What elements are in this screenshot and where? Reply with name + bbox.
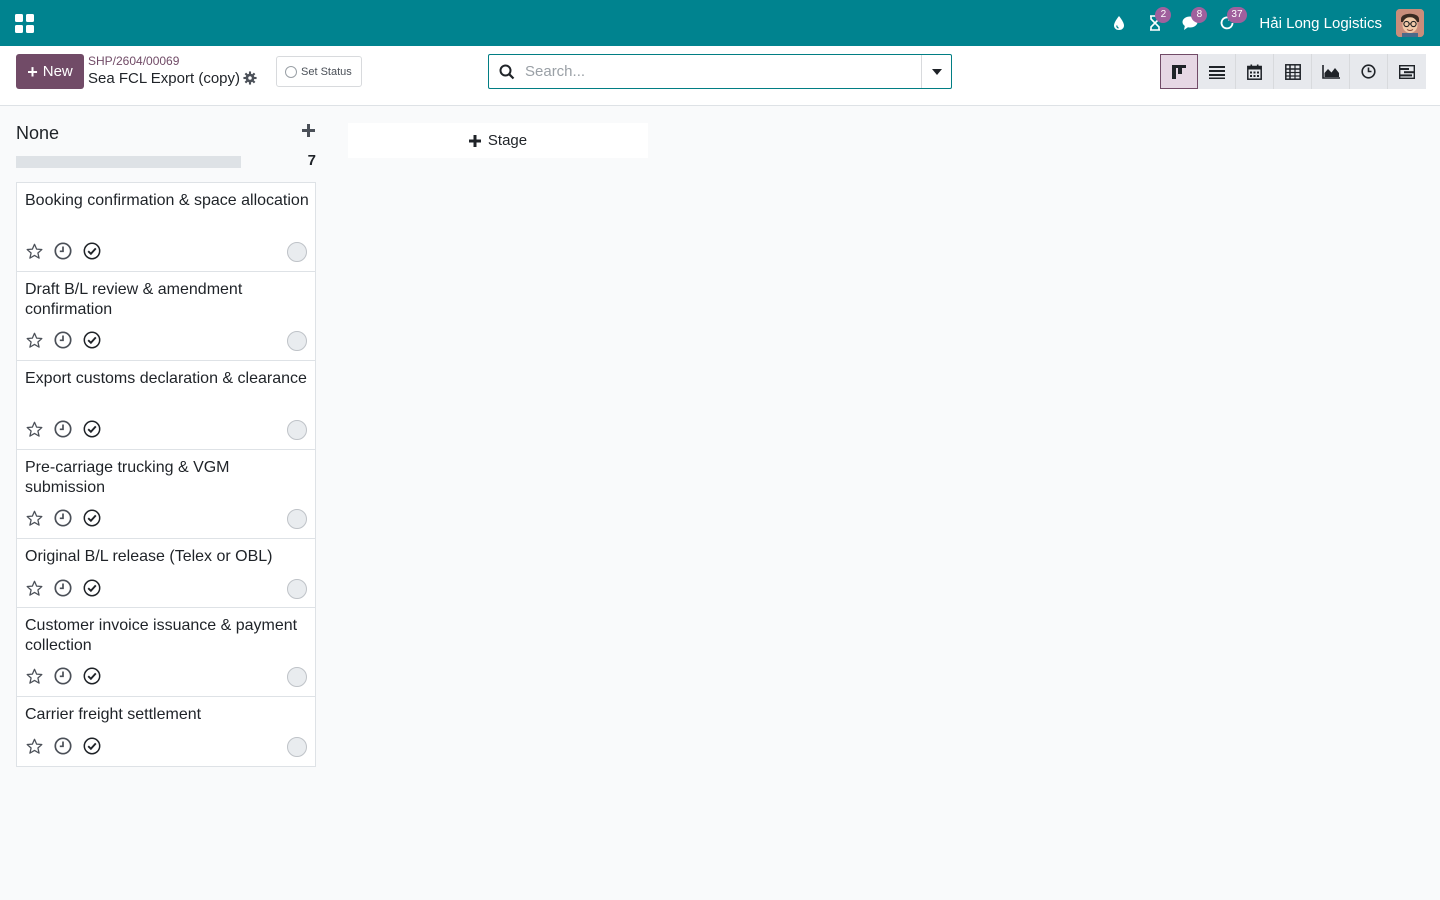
pivot-view-button[interactable] [1274, 54, 1312, 89]
favorite-star-icon[interactable] [25, 331, 43, 349]
apps-menu-icon[interactable] [12, 11, 36, 35]
messages-icon[interactable]: 8 [1173, 0, 1209, 46]
gear-icon[interactable] [243, 71, 259, 87]
activity-clock-icon[interactable] [54, 420, 72, 438]
column-progress-bar[interactable] [16, 156, 241, 168]
done-check-icon[interactable] [83, 579, 101, 597]
systray: 2 8 37 Hải Long Logistics [1101, 0, 1424, 46]
card-title: Pre-carriage trucking & VGM submission [25, 459, 230, 496]
done-check-icon[interactable] [83, 509, 101, 527]
breadcrumb-parent-link[interactable]: SHP/2604/00069 [88, 54, 179, 68]
updates-badge: 37 [1227, 7, 1247, 23]
kanban-state-indicator[interactable] [287, 579, 307, 599]
plus-icon [468, 134, 481, 147]
kanban-icon [1172, 64, 1186, 79]
calendar-view-button[interactable] [1236, 54, 1274, 89]
done-check-icon[interactable] [83, 242, 101, 260]
gantt-view-button[interactable] [1388, 54, 1426, 89]
quick-create-plus-icon[interactable] [302, 124, 316, 138]
card-actions [25, 667, 112, 685]
drop-icon[interactable] [1101, 0, 1137, 46]
kanban-state-indicator[interactable] [287, 509, 307, 529]
done-check-icon[interactable] [83, 667, 101, 685]
list-view-button[interactable] [1198, 54, 1236, 89]
favorite-star-icon[interactable] [25, 737, 43, 755]
card-actions [25, 420, 112, 438]
search-options-toggle[interactable] [921, 55, 951, 88]
kanban-state-indicator[interactable] [287, 331, 307, 351]
updates-refresh-icon[interactable]: 37 [1209, 0, 1247, 46]
card-list: Booking confirmation & space allocation D… [16, 182, 316, 767]
status-circle-icon [285, 65, 297, 78]
kanban-state-indicator[interactable] [287, 420, 307, 440]
column-record-count: 7 [307, 152, 316, 169]
kanban-state-indicator[interactable] [287, 737, 307, 757]
top-navbar: 2 8 37 Hải Long Logistics [0, 0, 1440, 46]
card-actions [25, 331, 112, 349]
card-title: Customer invoice issuance & payment coll… [25, 617, 298, 654]
set-status-button[interactable]: Set Status [276, 56, 362, 87]
activity-badge: 2 [1155, 7, 1172, 23]
card-title: Draft B/L review & amendment confirmatio… [25, 281, 243, 318]
done-check-icon[interactable] [83, 737, 101, 755]
kanban-card[interactable]: Customer invoice issuance & payment coll… [17, 608, 315, 697]
control-panel: + New SHP/2604/00069 Sea FCL Export (cop… [0, 46, 1440, 106]
search-icon [489, 55, 525, 88]
company-switcher[interactable]: Hải Long Logistics [1259, 15, 1382, 32]
add-stage-label: Stage [487, 132, 528, 149]
kanban-card[interactable]: Booking confirmation & space allocation [17, 183, 315, 272]
view-switcher [1160, 54, 1426, 89]
favorite-star-icon[interactable] [25, 509, 43, 527]
area-chart-icon [1321, 64, 1340, 79]
page-title: Sea FCL Export (copy) [88, 70, 240, 87]
card-actions [25, 242, 112, 260]
new-button[interactable]: + New [16, 54, 84, 89]
favorite-star-icon[interactable] [25, 242, 43, 260]
search-bar [488, 54, 952, 89]
user-avatar[interactable] [1396, 9, 1424, 37]
set-status-label: Set Status [301, 65, 352, 78]
kanban-card[interactable]: Original B/L release (Telex or OBL) [17, 539, 315, 608]
activity-clock-icon[interactable] [54, 331, 72, 349]
done-check-icon[interactable] [83, 420, 101, 438]
done-check-icon[interactable] [83, 331, 101, 349]
activity-clock-icon[interactable] [54, 509, 72, 527]
card-actions [25, 509, 112, 527]
activity-hourglass-icon[interactable]: 2 [1137, 0, 1173, 46]
activity-view-button[interactable] [1350, 54, 1388, 89]
card-actions [25, 579, 112, 597]
activity-clock-icon[interactable] [54, 737, 72, 755]
pivot-icon [1284, 63, 1301, 80]
activity-clock-icon[interactable] [54, 579, 72, 597]
card-title: Booking confirmation & space allocation [25, 192, 309, 209]
card-title: Original B/L release (Telex or OBL) [25, 548, 273, 565]
column-title[interactable]: None [16, 123, 59, 144]
kanban-state-indicator[interactable] [287, 667, 307, 687]
favorite-star-icon[interactable] [25, 420, 43, 438]
kanban-state-indicator[interactable] [287, 242, 307, 262]
clock-icon [1361, 64, 1376, 79]
graph-view-button[interactable] [1312, 54, 1350, 89]
card-title: Carrier freight settlement [25, 706, 202, 723]
card-title: Export customs declaration & clearance [25, 370, 307, 387]
calendar-icon [1247, 64, 1262, 80]
kanban-card[interactable]: Carrier freight settlement [17, 697, 315, 766]
card-actions [25, 737, 112, 755]
search-input[interactable] [525, 63, 921, 80]
new-button-label: New [42, 63, 73, 80]
kanban-card[interactable]: Pre-carriage trucking & VGM submission [17, 450, 315, 539]
caret-down-icon [931, 68, 942, 75]
messages-badge: 8 [1191, 7, 1208, 23]
favorite-star-icon[interactable] [25, 579, 43, 597]
kanban-view-button[interactable] [1160, 54, 1198, 89]
activity-clock-icon[interactable] [54, 242, 72, 260]
kanban-card[interactable]: Draft B/L review & amendment confirmatio… [17, 272, 315, 361]
list-icon [1208, 65, 1225, 79]
add-stage-button[interactable]: Stage [348, 123, 648, 158]
plus-icon: + [27, 61, 38, 82]
favorite-star-icon[interactable] [25, 667, 43, 685]
kanban-card[interactable]: Export customs declaration & clearance [17, 361, 315, 450]
gantt-icon [1399, 64, 1415, 79]
activity-clock-icon[interactable] [54, 667, 72, 685]
